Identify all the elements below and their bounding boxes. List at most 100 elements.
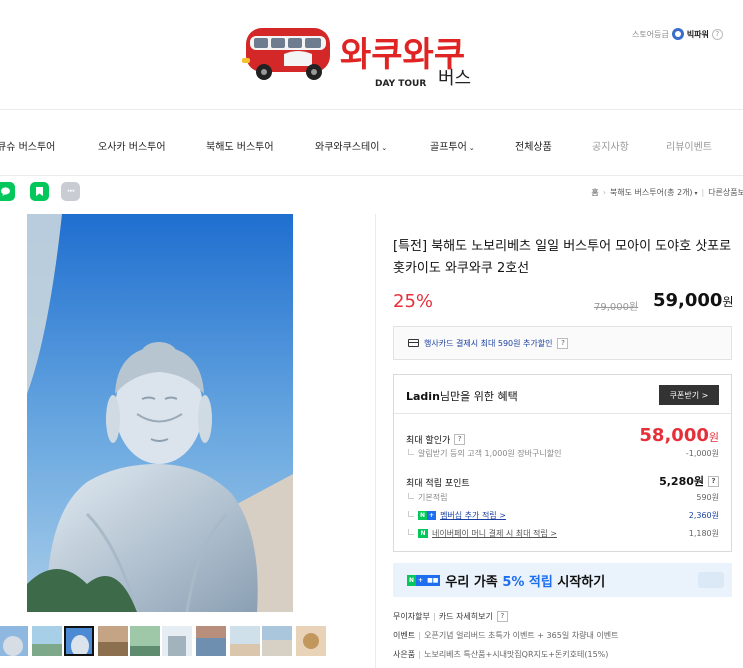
bookmark-icon [36,187,43,196]
alarm-discount-value: -1,000원 [685,449,719,458]
nav-item-notice[interactable]: 공지사항 [592,138,629,153]
store-logo[interactable]: 와쿠와쿠 DAY TOUR 버스 [240,14,485,92]
basic-point-label: 기본적립 [418,493,448,502]
membership-point-link[interactable]: 멤버십 추가 적립 > [440,510,506,521]
thumbnail[interactable] [230,626,260,656]
help-icon[interactable]: ? [496,611,508,622]
family-point-banner[interactable]: N + ■■ 우리 가족 5% 적립 시작하기 [393,563,732,597]
thumbnail[interactable] [130,626,160,656]
nav-item-golf[interactable]: 골프투어 ⌄ [430,138,475,153]
benefit-heading-suffix: 님만을 위한 혜택 [439,390,518,403]
sale-price-currency: 원 [722,295,734,309]
nav-item-all[interactable]: 전체상품 [515,138,552,153]
gift-label: 사은품 [393,650,416,659]
breadcrumb-category[interactable]: 북해도 버스투어(총 2개) [610,188,693,197]
thumbnail-active[interactable] [64,626,94,656]
max-discount-label: 최대 할인가? [406,433,466,446]
action-bar: ··· 홈 › 북해도 버스투어(총 2개) ▾ | 다른상품보 [0,180,743,210]
naverpay-point-value: 1,180원 [688,529,719,538]
nav-item-golf-label: 골프투어 [430,142,467,153]
installment-label: 무이자할부 [393,612,430,621]
thumbnail[interactable] [262,626,292,656]
credit-card-icon [408,339,419,347]
help-icon[interactable]: ? [557,337,569,349]
event-label: 이벤트 [393,631,416,640]
basic-point-row: 기본적립 [408,492,447,503]
membership-point-value: 2,360원 [688,511,719,520]
original-price: 79,000원 [594,302,639,313]
chevron-down-icon: ⌄ [381,144,388,152]
thumbnail[interactable] [162,626,192,656]
discount-rate: 25% [393,291,434,312]
event-text: 오픈기념 얼리버드 초특가 이벤트 + 365일 차량내 이벤트 [424,631,619,640]
logo-sub-text: DAY TOUR [375,79,426,89]
basic-point-value: 590원 [696,493,719,502]
max-discount-price: 58,000원 [639,425,719,446]
benefit-user: Ladin [406,390,440,403]
category-nav: 큐슈 버스투어 오사카 버스투어 북해도 버스투어 와쿠와쿠스테이 ⌄ 골프투어 ⌄… [0,110,743,176]
thumbnail-strip [0,626,330,658]
nav-item-kyushu[interactable]: 큐슈 버스투어 [0,138,55,153]
store-grade-value: 빅파워 [686,29,709,39]
breadcrumb: 홈 › 북해도 버스투어(총 2개) ▾ | 다른상품보 [591,188,743,197]
chat-icon [1,187,10,196]
benefit-divider [394,413,731,414]
naver-plus-family-icon: N + ■■ [407,574,441,586]
card-detail-link[interactable]: 카드 자세히보기 [439,611,493,622]
more-button[interactable]: ··· [61,182,80,201]
alarm-discount-label: 알림받기 등의 고객 1,000원 장바구니할인 [418,449,562,458]
family-text-after: 시작하기 [552,574,606,590]
nav-item-hokkaido[interactable]: 북해도 버스투어 [206,138,274,153]
membership-point-row: N + 멤버십 추가 적립 > [408,510,506,521]
naver-plus-icon: N + [418,511,437,520]
naverpay-point-row: N 네이버페이 머니 결제 시 최대 적립 > [408,528,557,539]
nav-item-stay-label: 와쿠와쿠스테이 [315,142,380,153]
help-icon[interactable]: ? [454,434,466,445]
product-main-image[interactable] [27,214,293,612]
coupon-button[interactable]: 쿠폰받기 > [659,385,719,405]
grade-badge-icon [671,28,684,40]
event-row: 이벤트 오픈기념 얼리버드 초특가 이벤트 + 365일 차량내 이벤트 [393,630,618,641]
naverpay-point-link[interactable]: 네이버페이 머니 결제 시 최대 적립 > [432,528,557,539]
thumbnail[interactable] [32,626,62,656]
max-point-value: 5,280원? [659,473,719,489]
naverpay-icon: N [418,529,428,538]
max-discount-currency: 원 [708,431,719,444]
family-watermark-icon [698,572,724,588]
member-benefit-box: Ladin님만을 위한 혜택 쿠폰받기 > 최대 할인가? 58,000원 알림… [393,374,732,552]
max-discount-label-text: 최대 할인가 [406,436,451,446]
breadcrumb-other[interactable]: 다른상품보 [708,188,743,197]
help-icon[interactable]: ? [708,475,719,487]
card-benefit-text: 행사카드 결제시 최대 590원 추가할인 [424,338,553,348]
card-benefit-box[interactable]: 행사카드 결제시 최대 590원 추가할인 ? [393,326,732,360]
max-point-label: 최대 적립 포인트 [406,479,470,489]
help-icon[interactable]: ? [711,28,723,40]
family-text-before: 우리 가족 [445,574,503,590]
sale-price-value: 59,000 [653,290,723,311]
more-icon: ··· [66,186,75,197]
breadcrumb-home[interactable]: 홈 [591,188,598,197]
thumbnail[interactable] [196,626,226,656]
store-grade-label: 스토어등급 [632,29,669,39]
benefit-heading: Ladin님만을 위한 혜택 [406,388,518,404]
logo-bus-text: 버스 [438,68,471,89]
sale-price: 59,000원 [653,290,734,311]
max-discount-value: 58,000 [639,425,709,446]
alarm-discount-row: 알림받기 등의 고객 1,000원 장바구니할인 [408,448,561,459]
chevron-down-icon: ⌄ [468,144,475,152]
max-point-amount: 5,280원 [659,475,704,488]
family-banner-text: 우리 가족 5% 적립 시작하기 [445,571,605,590]
thumbnail[interactable] [296,626,326,656]
nav-item-stay[interactable]: 와쿠와쿠스테이 ⌄ [315,138,387,153]
thumbnail[interactable] [98,626,128,656]
column-divider [375,214,376,668]
bookmark-button[interactable] [30,182,49,201]
thumbnail[interactable] [0,626,28,656]
gift-text: 노보리베츠 특산품+시내맛집QR지도+돈키호테(15%) [424,650,609,659]
talk-talk-button[interactable] [0,182,15,201]
store-grade: 스토어등급 빅파워 ? [632,28,723,40]
bus-icon [242,28,330,80]
nav-item-osaka[interactable]: 오사카 버스투어 [98,138,166,153]
gift-row: 사은품 노보리베츠 특산품+시내맛집QR지도+돈키호테(15%) [393,649,608,660]
nav-item-review-event[interactable]: 리뷰이벤트 [666,138,712,153]
